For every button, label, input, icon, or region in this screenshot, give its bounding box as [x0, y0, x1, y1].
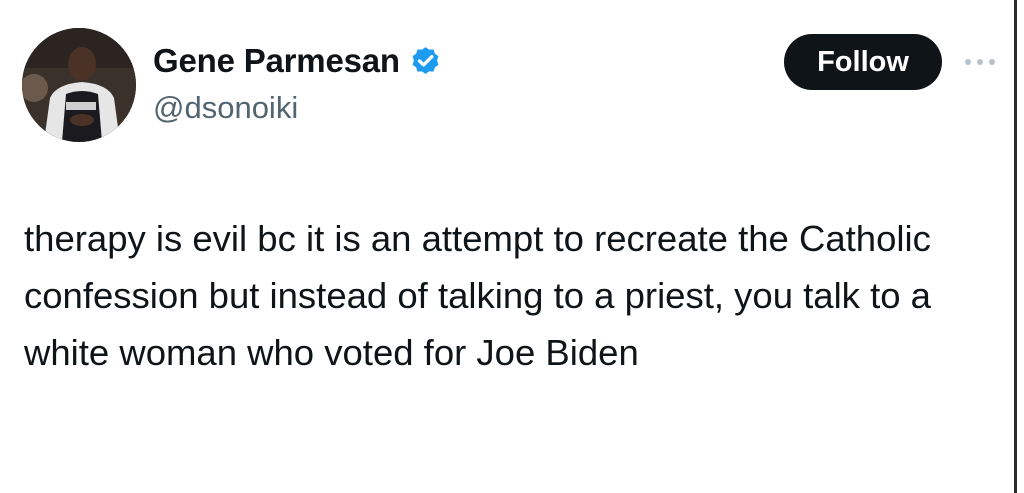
avatar[interactable] — [22, 28, 136, 142]
more-options-icon[interactable] — [960, 50, 1000, 74]
follow-button[interactable]: Follow — [784, 34, 942, 90]
divider — [1014, 0, 1017, 493]
display-name-row: Gene Parmesan — [153, 42, 442, 80]
verified-badge-icon[interactable] — [409, 45, 442, 78]
display-name[interactable]: Gene Parmesan — [153, 42, 400, 80]
user-handle[interactable]: @dsonoiki — [153, 90, 298, 126]
tweet-text: therapy is evil bc it is an attempt to r… — [24, 218, 931, 373]
